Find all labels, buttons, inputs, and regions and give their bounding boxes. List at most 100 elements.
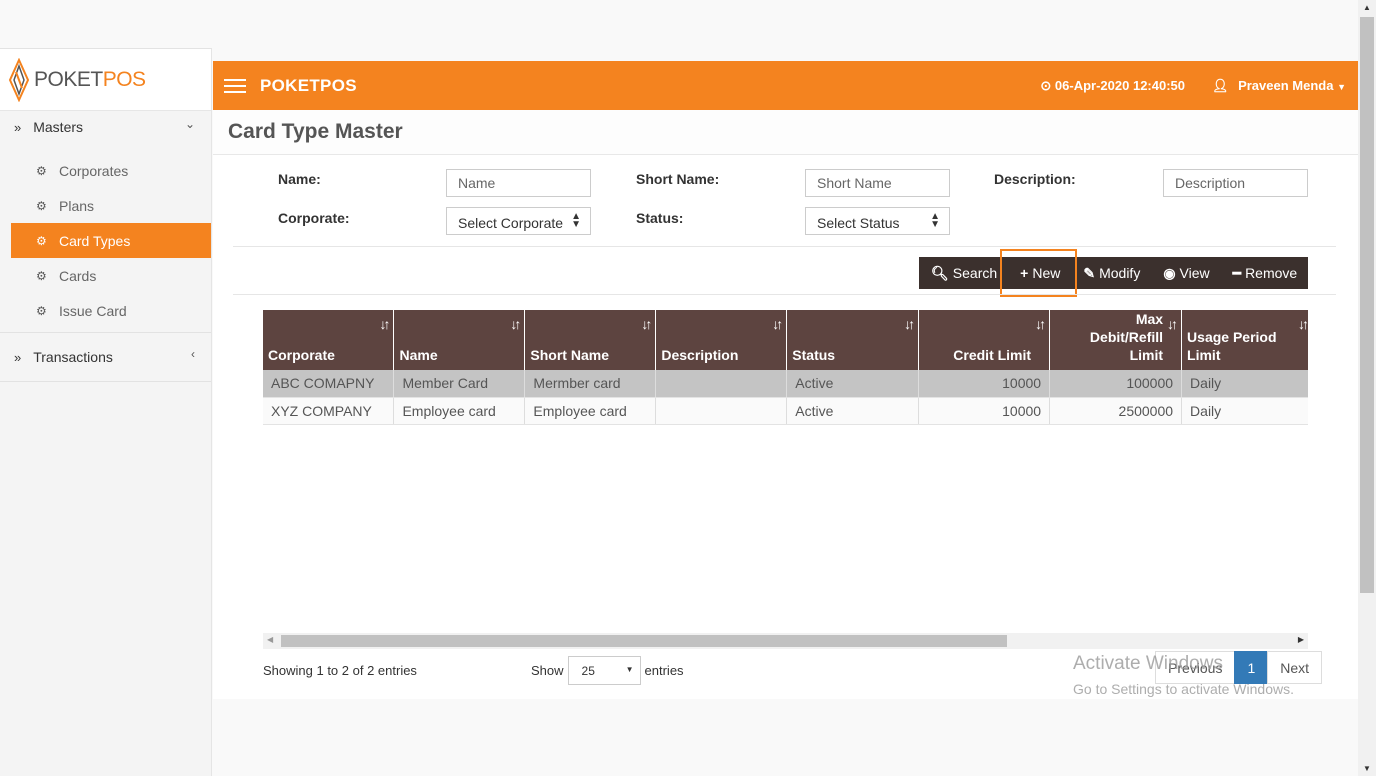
- double-chevron-right-icon: »: [14, 349, 22, 365]
- logo-icon: [8, 57, 30, 102]
- sort-icon: ↓↑: [772, 316, 783, 332]
- corporate-label: Corporate:: [278, 210, 350, 226]
- horizontal-scrollbar[interactable]: ◀ ▶: [263, 633, 1308, 649]
- divider: [233, 246, 1336, 247]
- sidebar-masters-list: ⚙ Corporates ⚙ Plans ⚙ Card Types ⚙ Card…: [0, 141, 211, 333]
- card-types-table: ↓↑ Corporate ↓↑ Name ↓↑ Short Name ↓↑ Descri…: [263, 310, 1308, 632]
- user-icon: 👤︎: [1211, 77, 1229, 93]
- caret-down-icon: ▼: [625, 665, 634, 674]
- page-title: Card Type Master: [213, 110, 1358, 155]
- page-size-control: Show 25 ▼ entries: [531, 656, 684, 685]
- cell-corporate: ABC COMAPNY: [263, 370, 395, 398]
- new-button-highlight: [1000, 249, 1077, 297]
- sort-icon: ↓↑: [641, 316, 652, 332]
- scrollbar-thumb[interactable]: [1360, 17, 1374, 593]
- cell-credit-limit: 10000: [918, 370, 1051, 398]
- logo-text: POKETPOS: [34, 67, 146, 91]
- column-header-max-debit-refill-limit[interactable]: ↓↑ Max Debit/Refill Limit: [1049, 310, 1183, 370]
- scroll-down-icon[interactable]: ▼: [1363, 764, 1371, 773]
- cell-max-debit-refill-limit: 2500000: [1049, 397, 1183, 425]
- modify-button-label: Modify: [1099, 265, 1141, 281]
- remove-button[interactable]: ━ Remove: [1219, 257, 1307, 289]
- table-row[interactable]: XYZ COMPANY Employee card Employee card …: [263, 397, 1308, 425]
- vertical-scrollbar[interactable]: ▲ ▼: [1358, 0, 1376, 776]
- show-label: Show: [531, 663, 564, 678]
- chevron-left-icon: ‹: [191, 347, 195, 361]
- caret-down-icon: ▼: [1337, 81, 1346, 92]
- action-toolbar: 🔍︎ Search + New ✎ Modify ◉ View ━ Remove: [919, 257, 1308, 289]
- remove-button-label: Remove: [1245, 265, 1298, 281]
- short-name-label: Short Name:: [636, 171, 720, 187]
- cell-status: Active: [786, 397, 920, 425]
- sidebar-item-label: Issue Card: [59, 302, 127, 319]
- activate-windows-subtext: Go to Settings to activate Windows.: [1073, 681, 1294, 697]
- column-header-description[interactable]: ↓↑ Description: [655, 310, 788, 370]
- column-header-status[interactable]: ↓↑ Status: [786, 310, 920, 370]
- page-size-value: 25: [581, 664, 595, 678]
- sidebar-item-issue-card[interactable]: ⚙ Issue Card: [11, 293, 211, 328]
- sidebar-item-card-types[interactable]: ⚙ Card Types: [11, 223, 211, 258]
- cell-corporate: XYZ COMPANY: [263, 397, 395, 425]
- column-header-short-name[interactable]: ↓↑ Short Name: [524, 310, 657, 370]
- description-label: Description:: [994, 171, 1076, 187]
- description-input[interactable]: [1163, 169, 1308, 197]
- corporate-select[interactable]: Select Corporate ▲ ▼: [446, 207, 591, 235]
- cell-short-name: Mermber card: [524, 370, 657, 398]
- next-page-button[interactable]: Next: [1267, 651, 1323, 684]
- scroll-up-icon[interactable]: ▲: [1363, 3, 1371, 12]
- modify-button[interactable]: ✎ Modify: [1075, 257, 1149, 289]
- search-button[interactable]: 🔍︎ Search: [919, 257, 1006, 289]
- brand-title: POKETPOS: [260, 75, 357, 95]
- pencil-icon: ✎: [1083, 264, 1096, 281]
- cell-status: Active: [786, 370, 920, 398]
- page-size-select[interactable]: 25 ▼: [567, 656, 641, 685]
- sidebar-group-masters[interactable]: » Masters ⌄: [0, 113, 211, 141]
- sidebar-item-cards[interactable]: ⚙ Cards: [11, 258, 211, 293]
- datetime-display: ⊙ 06-Apr-2020 12:40:50: [1040, 78, 1185, 94]
- dashboard-icon: ⚙: [36, 163, 47, 178]
- view-button[interactable]: ◉ View: [1149, 257, 1218, 289]
- name-input[interactable]: [446, 169, 591, 197]
- sidebar-group-transactions[interactable]: » Transactions ‹: [0, 333, 211, 382]
- scroll-left-icon[interactable]: ◀: [267, 635, 273, 644]
- column-header-credit-limit[interactable]: ↓↑ Credit Limit: [918, 310, 1051, 370]
- scroll-right-icon[interactable]: ▶: [1298, 635, 1304, 644]
- status-select[interactable]: Select Status ▲ ▼: [805, 207, 950, 235]
- activate-windows-watermark: Activate Windows: [1073, 653, 1223, 674]
- column-header-usage-period-limit[interactable]: ↓↑ Usage Period Limit: [1181, 310, 1308, 370]
- column-header-name[interactable]: ↓↑ Name: [393, 310, 526, 370]
- column-header-corporate[interactable]: ↓↑ Corporate: [263, 310, 395, 370]
- entries-info: Showing 1 to 2 of 2 entries: [263, 663, 417, 678]
- hamburger-menu-icon[interactable]: [224, 78, 246, 93]
- sidebar-item-label: Cards: [59, 267, 97, 284]
- cell-name: Member Card: [393, 370, 526, 398]
- logo[interactable]: POKETPOS: [0, 49, 211, 111]
- top-bar: POKETPOS ⊙ 06-Apr-2020 12:40:50 👤︎ Prave…: [213, 61, 1358, 110]
- sidebar-item-plans[interactable]: ⚙ Plans: [11, 188, 211, 223]
- divider: [233, 294, 1336, 295]
- sort-icon: ↓↑: [1035, 316, 1046, 332]
- cell-credit-limit: 10000: [918, 397, 1051, 425]
- cell-short-name: Employee card: [524, 397, 657, 425]
- double-chevron-right-icon: »: [14, 119, 22, 135]
- select-arrows-icon: ▲ ▼: [930, 211, 940, 230]
- sidebar-item-label: Corporates: [59, 162, 129, 179]
- minus-icon: ━: [1232, 264, 1242, 281]
- eye-icon: ◉: [1163, 264, 1176, 281]
- sort-icon: ↓↑: [1167, 316, 1178, 332]
- sidebar-item-corporates[interactable]: ⚙ Corporates: [11, 153, 211, 188]
- datetime-text: 06-Apr-2020 12:40:50: [1054, 77, 1185, 93]
- sort-icon: ↓↑: [510, 316, 521, 332]
- table-row[interactable]: ABC COMAPNY Member Card Mermber card Act…: [263, 370, 1308, 398]
- scrollbar-thumb[interactable]: [281, 635, 1007, 647]
- status-select-value: Select Status: [817, 215, 900, 231]
- sidebar: POKETPOS » Masters ⌄ ⚙ Corporates ⚙ Plan…: [0, 48, 212, 776]
- short-name-input[interactable]: [805, 169, 950, 197]
- page-1-button[interactable]: 1: [1234, 651, 1269, 684]
- sidebar-item-label: Card Types: [59, 232, 131, 249]
- user-menu[interactable]: 👤︎ Praveen Menda ▼: [1212, 78, 1346, 94]
- select-arrows-icon: ▲ ▼: [571, 211, 581, 230]
- sort-icon: ↓↑: [379, 316, 390, 332]
- dashboard-icon: ⚙: [36, 303, 47, 318]
- status-label: Status:: [636, 210, 684, 226]
